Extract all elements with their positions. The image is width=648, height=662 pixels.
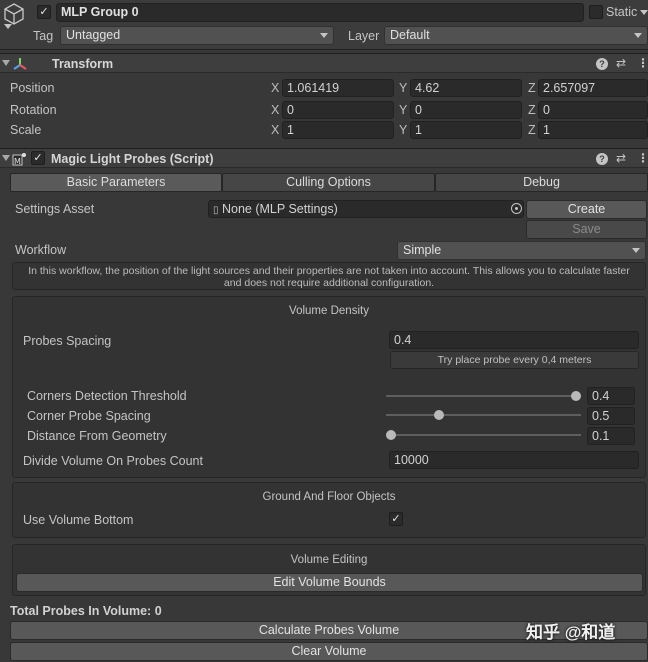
tab-culling-options[interactable]: Culling Options — [222, 173, 435, 192]
position-label: Position — [10, 81, 55, 95]
distance-from-geometry-label: Distance From Geometry — [27, 429, 167, 443]
probes-spacing-hint: Try place probe every 0,4 meters — [437, 354, 592, 366]
layer-label: Layer — [348, 29, 380, 43]
position-z-field[interactable]: 2.657097 — [538, 79, 648, 97]
axis-x-label[interactable]: X — [271, 102, 279, 118]
axis-x-label[interactable]: X — [271, 122, 279, 138]
layer-dropdown[interactable]: Default — [384, 26, 648, 45]
corners-threshold-field[interactable]: 0.4 — [587, 387, 635, 405]
distance-from-geometry-knob[interactable] — [386, 430, 396, 440]
transform-axes-icon — [12, 56, 28, 72]
rotation-x-field[interactable]: 0 — [282, 101, 394, 119]
corner-probe-spacing-track[interactable] — [386, 414, 581, 416]
tag-dropdown[interactable]: Untagged — [60, 26, 334, 45]
collapse-arrow-icon[interactable] — [2, 60, 10, 66]
settings-asset-value: None (MLP Settings) — [222, 202, 338, 216]
tab-basic-parameters[interactable]: Basic Parameters — [10, 173, 222, 192]
scale-y-field[interactable]: 1 — [410, 121, 522, 139]
workflow-dropdown[interactable]: Simple — [397, 241, 646, 260]
help-icon[interactable]: ? — [596, 58, 608, 70]
total-probes-label: Total Probes In Volume: 0 — [10, 604, 162, 618]
corners-threshold-knob[interactable] — [571, 391, 581, 401]
script-header[interactable]: M ✓ Magic Light Probes (Script) ? ⇄ ⋮ — [0, 148, 648, 168]
scale-label: Scale — [10, 123, 42, 137]
script-title: Magic Light Probes (Script) — [51, 152, 214, 166]
create-button[interactable]: Create — [526, 200, 647, 219]
object-picker-icon[interactable] — [511, 203, 522, 214]
script-icon: M — [12, 152, 27, 166]
preset-icon[interactable]: ⇄ — [616, 152, 626, 165]
divide-volume-field[interactable]: 10000 — [389, 451, 639, 469]
help-icon[interactable]: ? — [596, 153, 608, 165]
layer-value: Default — [390, 28, 430, 42]
scale-z-field[interactable]: 1 — [538, 121, 648, 139]
chevron-down-icon[interactable] — [4, 24, 12, 29]
probes-spacing-hint-box: Try place probe every 0,4 meters — [390, 351, 639, 369]
static-label: Static — [606, 5, 638, 19]
chevron-down-icon — [634, 33, 642, 38]
position-y-field[interactable]: 4.62 — [410, 79, 522, 97]
collapse-arrow-icon[interactable] — [2, 155, 10, 161]
corners-threshold-track[interactable] — [386, 395, 581, 397]
svg-text:M: M — [14, 157, 21, 166]
settings-asset-label: Settings Asset — [15, 202, 95, 216]
chevron-down-icon — [632, 248, 640, 253]
rotation-z-field[interactable]: 0 — [538, 101, 648, 119]
tag-value: Untagged — [66, 28, 121, 42]
axis-x-label[interactable]: X — [271, 80, 279, 96]
clear-volume-button[interactable]: Clear Volume — [10, 642, 648, 661]
static-checkbox[interactable] — [589, 5, 603, 19]
corner-probe-spacing-field[interactable]: 0.5 — [587, 407, 635, 425]
transform-header[interactable]: Transform ? ⇄ ⋮ — [0, 53, 648, 73]
chevron-down-icon — [320, 33, 328, 38]
more-menu-icon[interactable]: ⋮ — [637, 57, 648, 70]
axis-z-label[interactable]: Z — [528, 80, 536, 96]
distance-from-geometry-field[interactable]: 0.1 — [587, 427, 635, 445]
axis-z-label[interactable]: Z — [528, 122, 536, 138]
use-volume-bottom-label: Use Volume Bottom — [23, 513, 134, 527]
axis-y-label[interactable]: Y — [399, 80, 407, 96]
corners-threshold-label: Corners Detection Threshold — [27, 389, 187, 403]
rotation-y-field[interactable]: 0 — [410, 101, 522, 119]
axis-y-label[interactable]: Y — [399, 102, 407, 118]
script-enabled-checkbox[interactable]: ✓ — [31, 151, 45, 165]
more-menu-icon[interactable]: ⋮ — [637, 152, 648, 165]
axis-z-label[interactable]: Z — [528, 102, 536, 118]
static-chevron-icon[interactable] — [640, 10, 648, 15]
editing-header: Volume Editing — [290, 554, 368, 566]
position-x-field[interactable]: 1.061419 — [282, 79, 394, 97]
transform-title: Transform — [52, 57, 114, 71]
save-button: Save — [526, 220, 647, 239]
workflow-help-text: In this workflow, the position of the li… — [28, 265, 630, 289]
watermark: 知乎 @和道 — [526, 623, 616, 642]
active-checkbox[interactable]: ✓ — [37, 5, 51, 19]
divide-volume-label: Divide Volume On Probes Count — [23, 454, 203, 468]
corner-probe-spacing-label: Corner Probe Spacing — [27, 409, 151, 423]
edit-volume-bounds-button[interactable]: Edit Volume Bounds — [16, 573, 643, 592]
object-header: ✓ MLP Group 0 Static Tag Untagged Layer … — [0, 0, 648, 50]
use-volume-bottom-checkbox[interactable]: ✓ — [389, 512, 403, 526]
rotation-label: Rotation — [10, 103, 57, 117]
workflow-value: Simple — [403, 243, 442, 257]
tag-label: Tag — [33, 29, 54, 43]
probes-spacing-field[interactable]: 0.4 — [389, 331, 639, 349]
workflow-label: Workflow — [15, 243, 67, 257]
scale-x-field[interactable]: 1 — [282, 121, 394, 139]
object-name-field[interactable]: MLP Group 0 — [56, 3, 584, 22]
settings-asset-field[interactable]: ▯ None (MLP Settings) — [208, 200, 524, 218]
distance-from-geometry-track[interactable] — [386, 434, 581, 436]
workflow-help-box: In this workflow, the position of the li… — [12, 262, 646, 290]
axis-y-label[interactable]: Y — [399, 122, 407, 138]
ground-header: Ground And Floor Objects — [262, 491, 396, 503]
file-icon: ▯ — [213, 205, 219, 216]
tab-debug[interactable]: Debug — [435, 173, 648, 192]
preset-icon[interactable]: ⇄ — [616, 57, 626, 70]
volume-density-header: Volume Density — [289, 305, 369, 317]
probes-spacing-label: Probes Spacing — [23, 334, 112, 348]
